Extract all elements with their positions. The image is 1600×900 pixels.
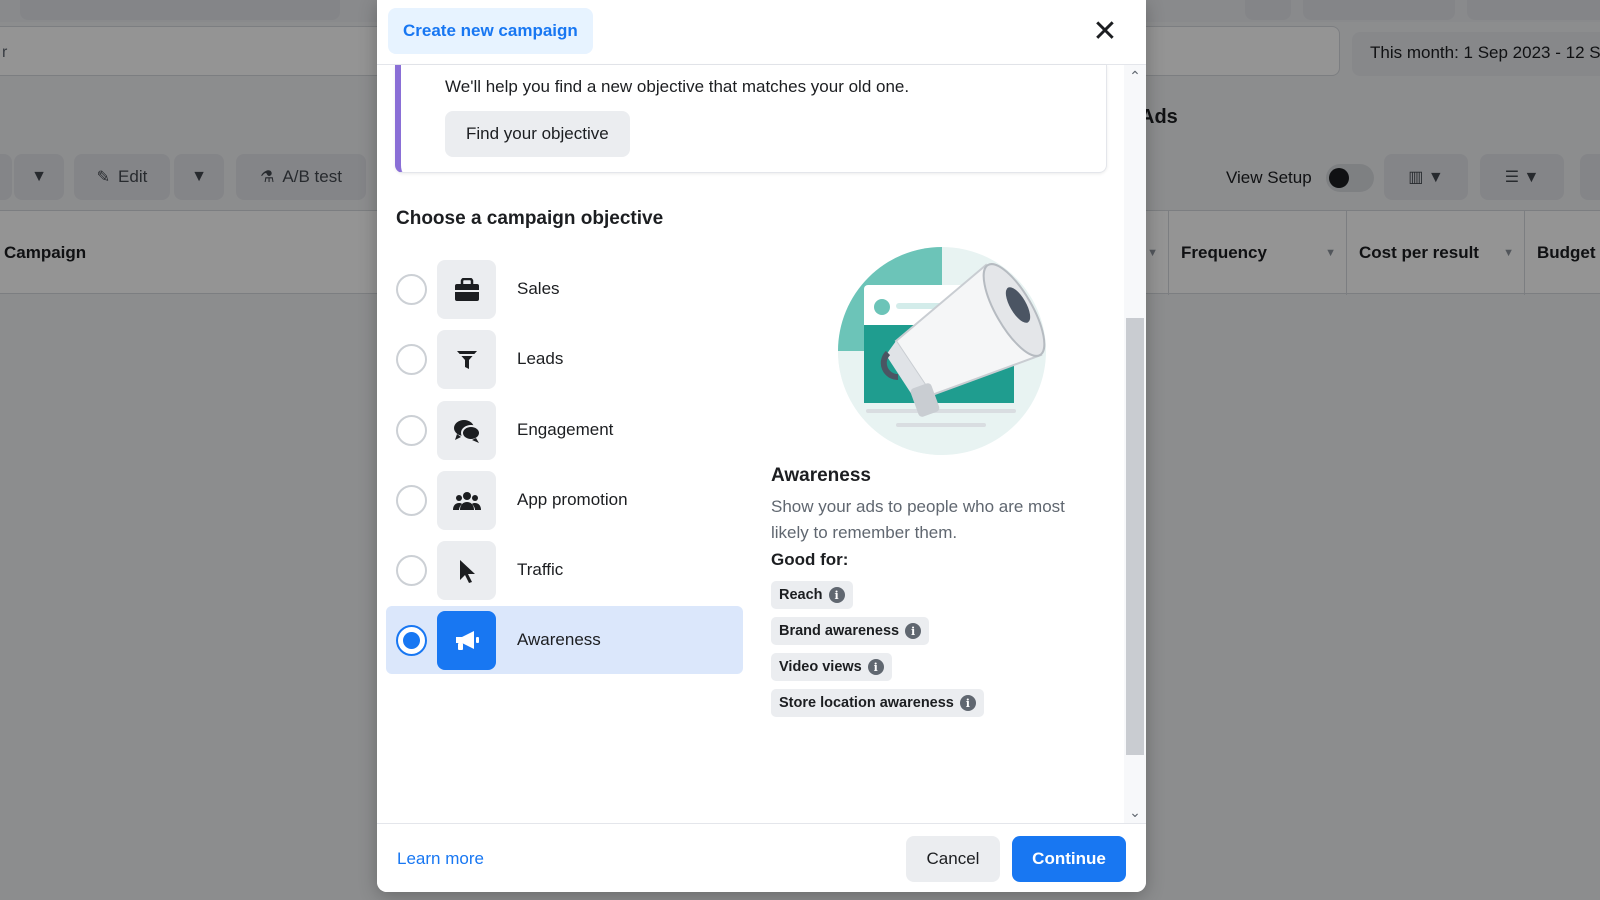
- radio-button[interactable]: [396, 485, 427, 516]
- chevron-down-icon[interactable]: ⌄: [1124, 801, 1146, 823]
- objective-label: Leads: [517, 349, 564, 368]
- objective-engagement[interactable]: Engagement: [386, 396, 743, 464]
- objective-label: Engagement: [517, 420, 614, 439]
- objective-leads[interactable]: Leads: [386, 325, 743, 393]
- tag-video-views: Video views i: [771, 653, 892, 681]
- tag-reach: Reach i: [771, 581, 853, 609]
- good-for-label: Good for:: [771, 550, 849, 569]
- megaphone-icon: [437, 611, 496, 670]
- people-group-icon: [437, 471, 496, 530]
- close-icon[interactable]: ✕: [1088, 14, 1122, 48]
- tag-store-location-awareness: Store location awareness i: [771, 689, 984, 717]
- tag-label: Reach: [779, 587, 823, 603]
- tag-label: Video views: [779, 659, 862, 675]
- tag-label: Store location awareness: [779, 695, 954, 711]
- megaphone-illustration: [836, 245, 1048, 457]
- detail-title: Awareness: [771, 465, 871, 486]
- dialog-footer: Learn more Cancel Continue: [377, 823, 1146, 892]
- objective-awareness[interactable]: Awareness: [386, 606, 743, 674]
- continue-button[interactable]: Continue: [1012, 836, 1126, 882]
- info-icon[interactable]: i: [828, 587, 845, 603]
- tag-label: Brand awareness: [779, 623, 900, 639]
- radio-button-selected[interactable]: [396, 625, 427, 656]
- info-icon[interactable]: i: [905, 623, 922, 639]
- tab-create-new-campaign[interactable]: Create new campaign: [388, 8, 593, 54]
- tag-brand-awareness: Brand awareness i: [771, 617, 930, 645]
- objective-app-promotion[interactable]: App promotion: [386, 466, 743, 534]
- info-card-text: We'll help you find a new objective that…: [445, 77, 910, 96]
- funnel-icon: [437, 330, 496, 389]
- chat-bubbles-icon: [437, 401, 496, 460]
- objective-section-title: Choose a campaign objective: [396, 208, 664, 229]
- objective-migration-card: We'll help you find a new objective that…: [395, 65, 1107, 173]
- radio-button[interactable]: [396, 344, 427, 375]
- cursor-icon: [437, 541, 496, 600]
- chevron-up-icon[interactable]: ⌃: [1124, 65, 1146, 87]
- radio-button[interactable]: [396, 274, 427, 305]
- cancel-button[interactable]: Cancel: [906, 836, 1000, 882]
- briefcase-icon: [437, 260, 496, 319]
- objective-label: App promotion: [517, 490, 628, 509]
- info-icon[interactable]: i: [867, 659, 884, 675]
- objective-traffic[interactable]: Traffic: [386, 536, 743, 604]
- learn-more-link[interactable]: Learn more: [397, 849, 484, 869]
- dialog-header: Create new campaign ✕: [377, 0, 1146, 65]
- create-campaign-dialog: Create new campaign ✕ We'll help you fin…: [377, 0, 1146, 892]
- objective-label: Awareness: [517, 630, 601, 649]
- detail-description: Show your ads to people who are most lik…: [771, 497, 1065, 542]
- dialog-scrollbar[interactable]: ⌃ ⌄: [1124, 65, 1146, 823]
- objective-label: Sales: [517, 279, 560, 298]
- find-objective-button[interactable]: Find your objective: [445, 111, 630, 157]
- scrollbar-thumb[interactable]: [1126, 318, 1144, 755]
- objective-sales[interactable]: Sales: [386, 255, 743, 323]
- dialog-body: We'll help you find a new objective that…: [377, 65, 1146, 823]
- objective-label: Traffic: [517, 560, 564, 579]
- radio-button[interactable]: [396, 555, 427, 586]
- info-icon[interactable]: i: [959, 695, 976, 711]
- radio-button[interactable]: [396, 415, 427, 446]
